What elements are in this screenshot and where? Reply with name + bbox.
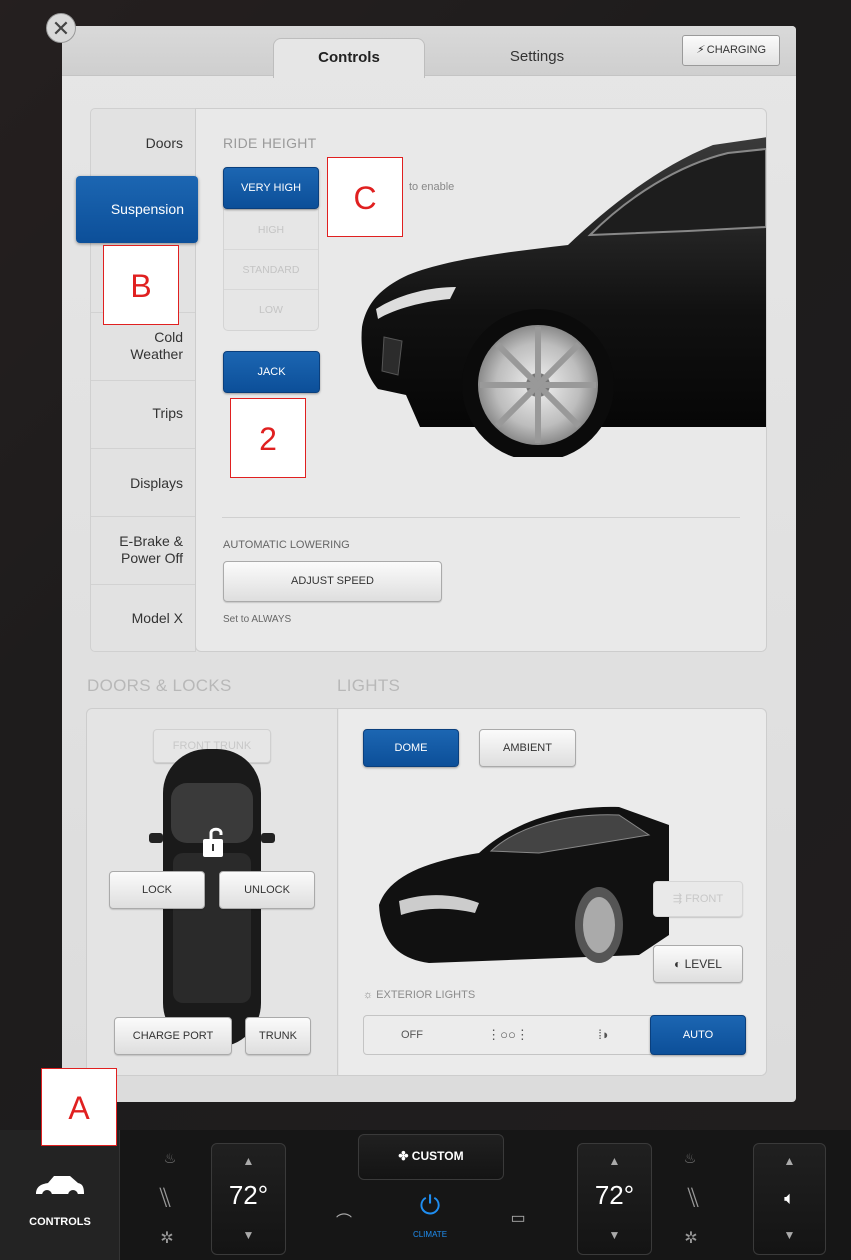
ride-height-title: RIDE HEIGHT	[223, 135, 317, 151]
volume-down-icon[interactable]: ▼	[754, 1228, 825, 1242]
jack-button[interactable]: JACK	[223, 351, 320, 393]
tab-controls[interactable]: Controls	[273, 38, 425, 78]
front-fog-button[interactable]: ⇶ FRONT	[653, 881, 743, 917]
ride-height-low[interactable]: LOW	[224, 289, 318, 329]
left-temp-up-icon[interactable]: ▲	[212, 1154, 285, 1168]
ride-height-high[interactable]: HIGH	[224, 209, 318, 249]
sun-icon: ☼	[363, 989, 377, 1001]
ride-height-hint: to enable	[409, 181, 455, 193]
ride-height-very-high[interactable]: VERY HIGH	[223, 167, 319, 209]
car-side-image	[361, 137, 766, 457]
exterior-lights-label: EXTERIOR LIGHTS	[376, 989, 476, 1001]
left-fan-icon[interactable]: ✲	[152, 1228, 182, 1248]
climate-power-icon[interactable]: ⏻	[410, 1190, 450, 1222]
lights-title: LIGHTS	[337, 676, 401, 695]
annotation-c: C	[327, 157, 403, 237]
sidebar-item-suspension[interactable]: Suspension	[76, 176, 198, 243]
controls-label: CONTROLS	[29, 1216, 91, 1228]
right-temp-down-icon[interactable]: ▼	[578, 1228, 651, 1242]
adjust-speed-button[interactable]: ADJUST SPEED	[223, 561, 442, 602]
volume-control: ▲ 🔈︎ ▼	[753, 1143, 826, 1255]
left-temp-value: 72°	[228, 1180, 269, 1210]
headlight-level-button[interactable]: ◐ LEVEL	[653, 945, 743, 983]
charging-icon: ⚡︎	[695, 44, 704, 56]
ambient-light-button[interactable]: AMBIENT	[479, 729, 576, 767]
annotation-a: A	[41, 1068, 117, 1146]
fan-custom-label: ✤ CUSTOM	[398, 1149, 464, 1163]
exterior-auto-option[interactable]: AUTO	[650, 1015, 746, 1055]
trunk-button[interactable]: TRUNK	[245, 1017, 311, 1055]
suspension-panel: RIDE HEIGHT to enable HIGH STANDARD LOW …	[195, 108, 767, 652]
tab-settings[interactable]: Settings	[467, 38, 607, 78]
doors-lights-panel: FRONT TRUNK LOCK UNLOCK CHARGE PORT TRUN…	[86, 708, 767, 1076]
low-beam-icon[interactable]: ⁞◗	[556, 1016, 652, 1054]
left-temp-down-icon[interactable]: ▼	[212, 1228, 285, 1242]
climate-bar: CONTROLS ♨ ⑊ ✲ ▲ 72° ▼ ✤ CUSTOM ⌒ ⏻ CLIM…	[0, 1130, 851, 1260]
headlight-level-label: LEVEL	[684, 957, 722, 971]
car-icon	[36, 1176, 84, 1200]
lock-button[interactable]: LOCK	[109, 871, 205, 909]
right-fan-icon[interactable]: ✲	[676, 1228, 706, 1248]
fan-speed-button[interactable]: ✤ CUSTOM	[358, 1134, 504, 1180]
sidebar-item-doors[interactable]: Doors	[91, 109, 197, 177]
tab-bar: Controls Settings ⚡︎ CHARGING	[62, 26, 796, 78]
sidebar-item-trips[interactable]: Trips	[91, 381, 197, 449]
parking-lights-icon[interactable]: ⋮○○⋮	[460, 1016, 556, 1054]
volume-up-icon[interactable]: ▲	[754, 1154, 825, 1168]
dome-light-button[interactable]: DOME	[363, 729, 459, 767]
sidebar-item-ebrake-power-off[interactable]: E-Brake & Power Off	[91, 517, 197, 585]
unlocked-padlock-icon[interactable]	[201, 825, 231, 859]
lights-section: DOME AMBIENT ⇶ FRONT ◐ LEVEL ☼ EXTERIOR …	[339, 709, 766, 1075]
right-seat-icon[interactable]: ⑊	[678, 1182, 708, 1214]
controls-shortcut[interactable]: CONTROLS	[0, 1130, 120, 1260]
unlock-button[interactable]: UNLOCK	[219, 871, 315, 909]
section-divider	[222, 517, 740, 518]
right-temp-value: 72°	[594, 1180, 635, 1210]
rear-defrost-icon[interactable]: ▭	[498, 1208, 538, 1228]
front-defrost-icon[interactable]: ⌒	[326, 1208, 362, 1232]
headlight-level-icon: ◐	[674, 957, 685, 971]
close-icon[interactable]: ✕	[46, 13, 76, 43]
sidebar-item-displays[interactable]: Displays	[91, 449, 197, 517]
charging-button[interactable]: ⚡︎ CHARGING	[682, 35, 780, 66]
automatic-lowering-title: AUTOMATIC LOWERING	[223, 539, 350, 551]
left-seat-heater-icon[interactable]: ♨	[155, 1150, 185, 1167]
doors-locks-section: FRONT TRUNK LOCK UNLOCK CHARGE PORT TRUN…	[87, 709, 338, 1075]
lowering-setting-note: Set to ALWAYS	[223, 614, 292, 625]
doors-locks-title: DOORS & LOCKS	[87, 676, 232, 695]
left-temp-control: ▲ 72° ▼	[211, 1143, 286, 1255]
controls-panel: Controls Settings ⚡︎ CHARGING Doors Cold…	[62, 26, 796, 1102]
charge-port-button[interactable]: CHARGE PORT	[114, 1017, 232, 1055]
annotation-b: B	[103, 245, 179, 325]
annotation-2: 2	[230, 398, 306, 478]
fog-light-icon: ⇶	[672, 893, 686, 905]
exterior-off-option[interactable]: OFF	[364, 1016, 460, 1054]
car-front-image	[379, 806, 669, 963]
right-temp-control: ▲ 72° ▼	[577, 1143, 652, 1255]
climate-label: CLIMATE	[412, 1230, 448, 1239]
left-seat-icon[interactable]: ⑊	[150, 1182, 180, 1214]
exterior-lights-title: ☼ EXTERIOR LIGHTS	[363, 989, 475, 1001]
right-temp-up-icon[interactable]: ▲	[578, 1154, 651, 1168]
fan-icon: ✤	[398, 1149, 412, 1163]
speaker-icon: 🔈︎	[784, 1188, 795, 1208]
charging-label: CHARGING	[706, 44, 767, 56]
sidebar-item-model-x[interactable]: Model X	[91, 585, 197, 651]
right-seat-heater-icon[interactable]: ♨	[675, 1150, 705, 1167]
ride-height-standard[interactable]: STANDARD	[224, 249, 318, 289]
front-fog-label: FRONT	[685, 893, 724, 905]
